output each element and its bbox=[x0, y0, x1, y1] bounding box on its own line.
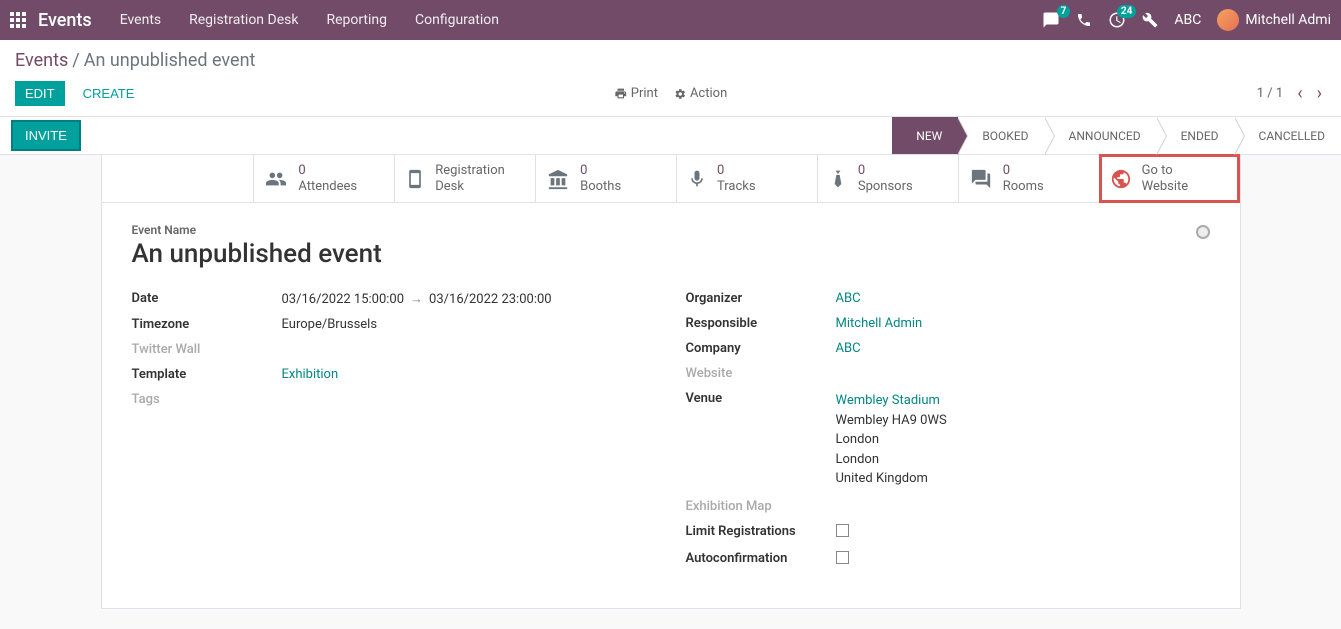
template-label: Template bbox=[132, 367, 282, 382]
timezone-label: Timezone bbox=[132, 317, 282, 332]
left-column: Date 03/16/2022 15:00:00→03/16/2022 23:0… bbox=[132, 291, 656, 578]
autoconf-label: Autoconfirmation bbox=[686, 551, 836, 566]
tags-label: Tags bbox=[132, 392, 282, 407]
stat-buttons: 0Attendees RegistrationDesk 0Booths 0Tra… bbox=[102, 155, 1240, 203]
apps-icon[interactable] bbox=[10, 12, 26, 28]
company-switcher[interactable]: ABC bbox=[1174, 12, 1201, 28]
venue-label: Venue bbox=[686, 391, 836, 406]
event-name: An unpublished event bbox=[132, 239, 1210, 269]
stat-rooms[interactable]: 0Rooms bbox=[959, 155, 1100, 202]
phone-icon[interactable] bbox=[1076, 12, 1092, 28]
nav-reporting[interactable]: Reporting bbox=[326, 12, 387, 28]
status-cancelled[interactable]: CANCELLED bbox=[1235, 117, 1341, 154]
chat-bubbles-icon bbox=[969, 168, 993, 190]
stat-sponsors-label: Sponsors bbox=[858, 179, 913, 195]
users-icon bbox=[264, 168, 288, 190]
globe-icon bbox=[1110, 168, 1132, 190]
event-name-label: Event Name bbox=[132, 223, 1210, 237]
responsible-value[interactable]: Mitchell Admin bbox=[836, 316, 1210, 331]
stat-attendees-label: Attendees bbox=[298, 179, 357, 195]
user-menu[interactable]: Mitchell Admi bbox=[1217, 9, 1331, 31]
exhibition-map-label: Exhibition Map bbox=[686, 499, 836, 514]
timezone-value: Europe/Brussels bbox=[282, 317, 656, 332]
microphone-icon bbox=[687, 168, 707, 190]
phone-device-icon bbox=[405, 168, 425, 190]
pager-prev-icon[interactable]: ‹ bbox=[1293, 83, 1306, 104]
organizer-label: Organizer bbox=[686, 291, 836, 306]
invite-button[interactable]: INVITE bbox=[11, 120, 81, 151]
kanban-state-dot[interactable] bbox=[1196, 225, 1210, 239]
stat-booths[interactable]: 0Booths bbox=[536, 155, 677, 202]
right-column: Organizer ABC Responsible Mitchell Admin… bbox=[686, 291, 1210, 578]
chat-icon[interactable]: 7 bbox=[1042, 11, 1060, 29]
breadcrumb-bar: Events/An unpublished event bbox=[0, 40, 1341, 75]
limit-reg-label: Limit Registrations bbox=[686, 524, 836, 539]
tie-icon bbox=[828, 168, 848, 190]
date-label: Date bbox=[132, 291, 282, 306]
template-value[interactable]: Exhibition bbox=[282, 367, 656, 382]
stat-website-l2: Website bbox=[1142, 179, 1189, 195]
activity-badge: 24 bbox=[1117, 5, 1136, 18]
create-button[interactable]: CREATE bbox=[73, 81, 145, 106]
topbar: Events Events Registration Desk Reportin… bbox=[0, 0, 1341, 40]
company-value[interactable]: ABC bbox=[836, 341, 1210, 356]
activity-icon[interactable]: 24 bbox=[1108, 11, 1126, 29]
stat-sponsors[interactable]: 0Sponsors bbox=[818, 155, 959, 202]
stat-booths-count: 0 bbox=[580, 163, 621, 179]
form-sheet: 0Attendees RegistrationDesk 0Booths 0Tra… bbox=[101, 155, 1241, 609]
venue-name[interactable]: Wembley Stadium bbox=[836, 391, 1210, 411]
responsible-label: Responsible bbox=[686, 316, 836, 331]
status-ended[interactable]: ENDED bbox=[1157, 117, 1235, 154]
nav-events[interactable]: Events bbox=[120, 12, 161, 28]
stat-rooms-count: 0 bbox=[1003, 163, 1044, 179]
stat-sponsors-count: 0 bbox=[858, 163, 913, 179]
stat-tracks-count: 0 bbox=[717, 163, 756, 179]
stat-attendees[interactable]: 0Attendees bbox=[254, 155, 395, 202]
twitter-wall-label: Twitter Wall bbox=[132, 342, 282, 357]
website-label: Website bbox=[686, 366, 836, 381]
user-name: Mitchell Admi bbox=[1245, 12, 1331, 28]
limit-reg-checkbox[interactable] bbox=[836, 524, 849, 537]
debug-icon[interactable] bbox=[1142, 12, 1158, 28]
chat-badge: 7 bbox=[1057, 5, 1071, 18]
company-label: Company bbox=[686, 341, 836, 356]
pager-next-icon[interactable]: › bbox=[1313, 83, 1326, 104]
breadcrumb-root[interactable]: Events bbox=[15, 50, 68, 71]
status-new[interactable]: NEW bbox=[892, 117, 958, 154]
date-value: 03/16/2022 15:00:00→03/16/2022 23:00:00 bbox=[282, 291, 656, 307]
stat-empty bbox=[102, 155, 255, 202]
avatar bbox=[1217, 9, 1239, 31]
stat-regdesk-l1: Registration bbox=[435, 163, 505, 179]
stat-attendees-count: 0 bbox=[298, 163, 357, 179]
pager-text: 1 / 1 bbox=[1257, 86, 1283, 101]
status-announced[interactable]: ANNOUNCED bbox=[1045, 117, 1157, 154]
statusbar: INVITE NEW BOOKED ANNOUNCED ENDED CANCEL… bbox=[0, 117, 1341, 155]
action-dropdown[interactable]: Action bbox=[674, 86, 727, 101]
breadcrumb-current: An unpublished event bbox=[84, 50, 256, 71]
action-label: Action bbox=[690, 86, 727, 101]
venue-value: Wembley Stadium Wembley HA9 0WS London L… bbox=[836, 391, 1210, 489]
print-label: Print bbox=[631, 86, 658, 101]
print-action[interactable]: Print bbox=[614, 86, 658, 101]
breadcrumb: Events/An unpublished event bbox=[15, 50, 1326, 71]
stat-tracks[interactable]: 0Tracks bbox=[677, 155, 818, 202]
organizer-value[interactable]: ABC bbox=[836, 291, 1210, 306]
edit-button[interactable]: EDIT bbox=[15, 81, 65, 106]
nav-registration-desk[interactable]: Registration Desk bbox=[189, 12, 298, 28]
building-icon bbox=[546, 168, 570, 190]
stat-regdesk-l2: Desk bbox=[435, 179, 505, 195]
stat-website-l1: Go to bbox=[1142, 163, 1189, 179]
app-title[interactable]: Events bbox=[38, 10, 92, 31]
stat-tracks-label: Tracks bbox=[717, 179, 756, 195]
stat-booths-label: Booths bbox=[580, 179, 621, 195]
autoconf-checkbox[interactable] bbox=[836, 551, 849, 564]
stat-registration-desk[interactable]: RegistrationDesk bbox=[395, 155, 536, 202]
status-booked[interactable]: BOOKED bbox=[958, 117, 1044, 154]
nav-configuration[interactable]: Configuration bbox=[415, 12, 499, 28]
stat-rooms-label: Rooms bbox=[1003, 179, 1044, 195]
stat-go-to-website[interactable]: Go toWebsite bbox=[1100, 155, 1240, 202]
action-bar: EDIT CREATE Print Action 1 / 1 ‹ › bbox=[0, 75, 1341, 117]
